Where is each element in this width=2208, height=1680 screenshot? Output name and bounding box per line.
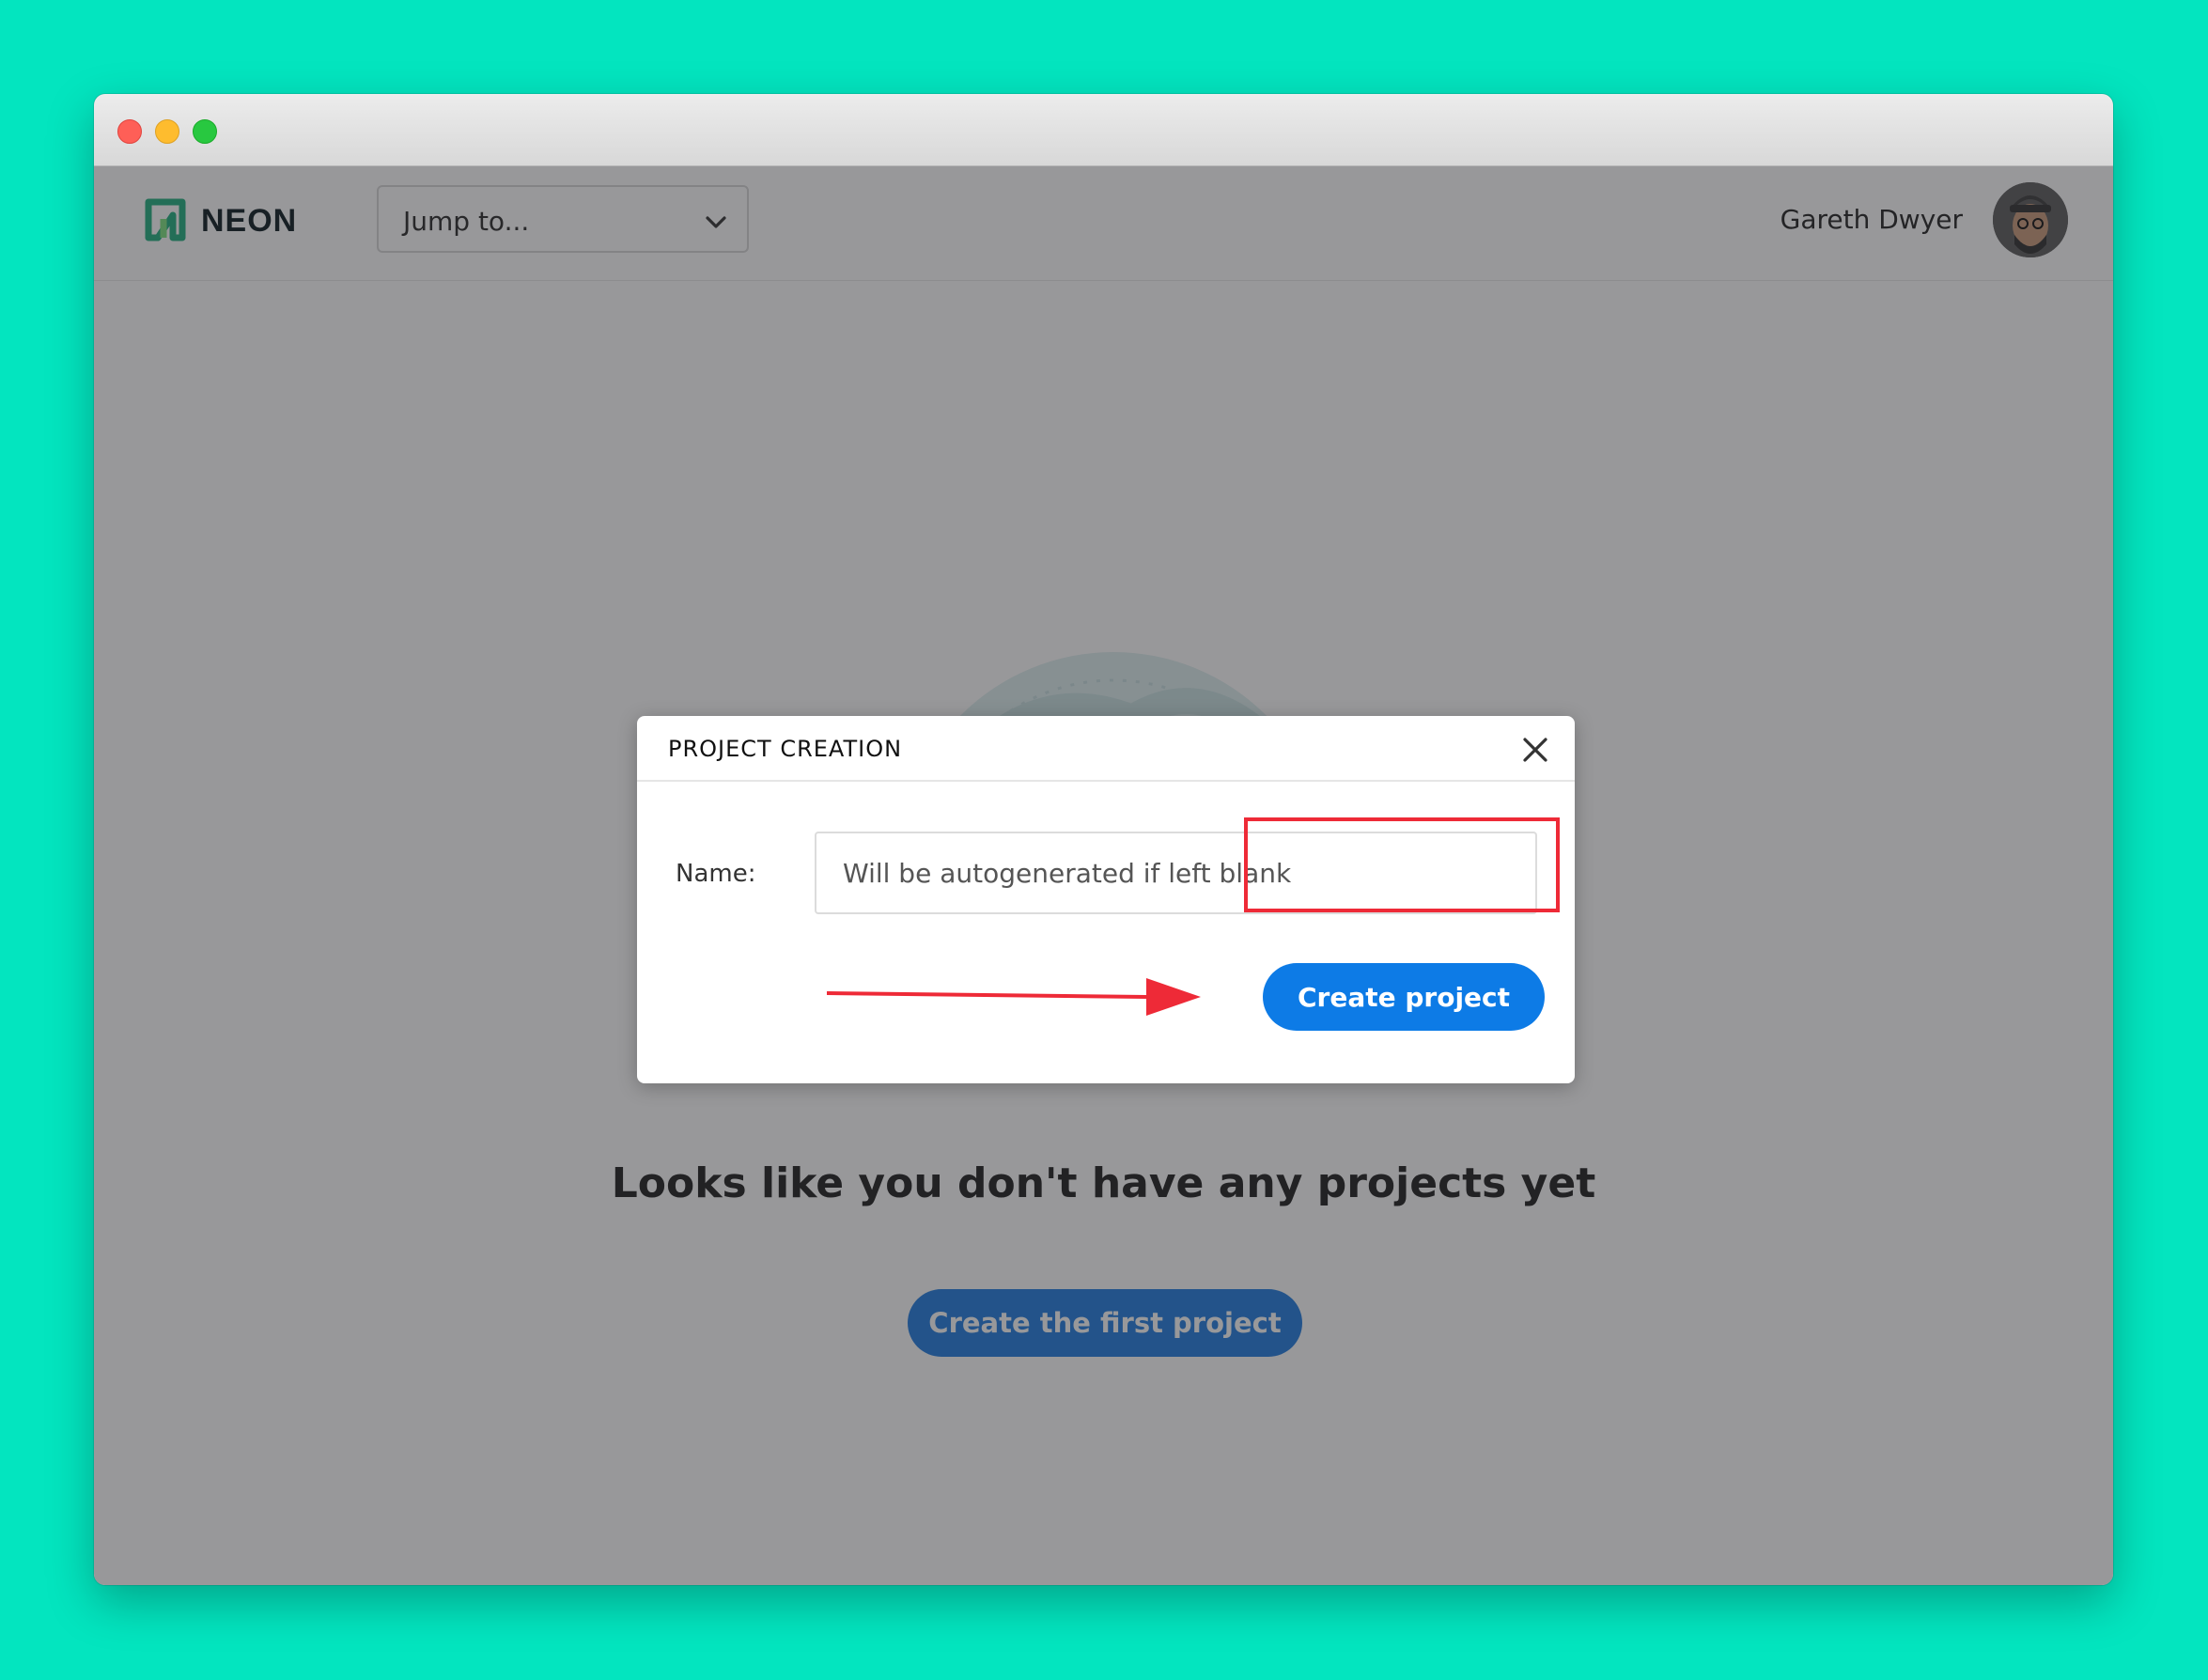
close-window-button[interactable]: [117, 119, 142, 144]
minimize-window-button[interactable]: [155, 119, 179, 144]
project-creation-dialog: PROJECT CREATION Name: Create project: [637, 716, 1575, 1083]
highlight-box-annotation: [1244, 817, 1560, 912]
close-icon[interactable]: [1520, 735, 1550, 765]
create-project-button[interactable]: Create project: [1263, 963, 1545, 1031]
name-label: Name:: [676, 860, 756, 888]
window-titlebar: [94, 94, 2113, 166]
dialog-title: PROJECT CREATION: [668, 736, 903, 762]
browser-window: NEON Jump to... Gareth Dwyer Looks like …: [94, 94, 2113, 1585]
dialog-header: PROJECT CREATION: [637, 716, 1575, 782]
arrow-annotation: [827, 978, 1201, 1016]
maximize-window-button[interactable]: [193, 119, 217, 144]
